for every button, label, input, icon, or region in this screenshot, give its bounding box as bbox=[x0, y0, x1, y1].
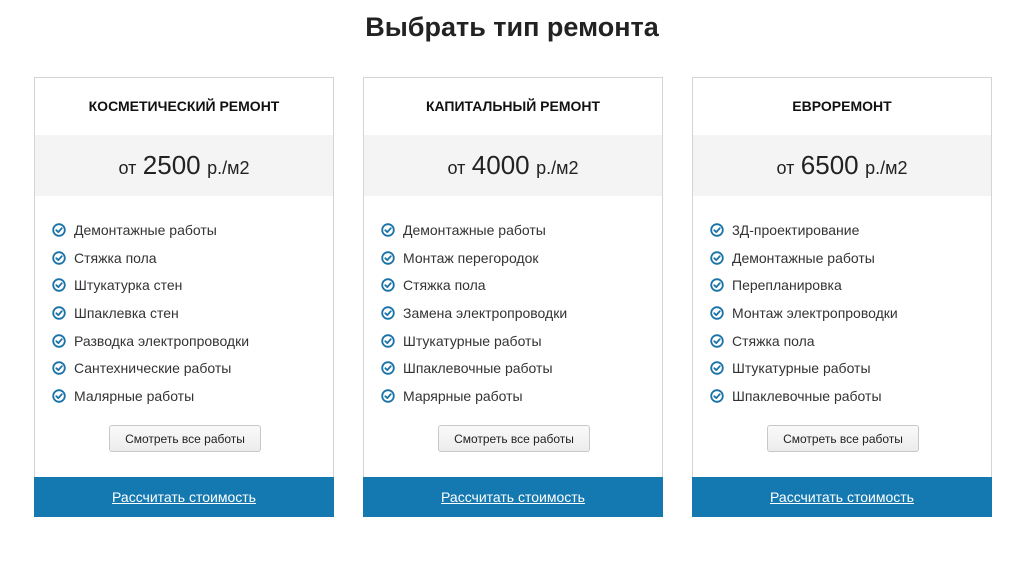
card-title: КАПИТАЛЬНЫЙ РЕМОНТ bbox=[425, 98, 601, 114]
card-title: ЕВРОРЕМОНТ bbox=[792, 98, 892, 114]
feature-item: Демонтажные работы bbox=[52, 216, 249, 244]
calc-bar: Рассчитать стоимость bbox=[363, 477, 663, 517]
feature-item: Разводка электропроводки bbox=[52, 327, 249, 355]
check-circle-icon bbox=[710, 223, 724, 237]
feature-label: Стяжка пола bbox=[403, 277, 486, 294]
price-value: 4000 bbox=[471, 150, 530, 180]
check-circle-icon bbox=[710, 361, 724, 375]
feature-label: 3Д-проектирование bbox=[732, 221, 860, 238]
feature-item: Перепланировка bbox=[710, 271, 898, 299]
feature-item: Монтаж перегородок bbox=[381, 244, 567, 272]
feature-item: Сантехнические работы bbox=[52, 354, 249, 382]
repair-card-euro: ЕВРОРЕМОНТ от 6500 р./м2 3Д-проектирован… bbox=[692, 77, 992, 517]
feature-label: Шпаклевочные работы bbox=[732, 387, 882, 404]
feature-label: Сантехнические работы bbox=[74, 360, 232, 377]
feature-item: 3Д-проектирование bbox=[710, 216, 898, 244]
feature-list: Демонтажные работы Монтаж перегородок Ст… bbox=[381, 216, 567, 410]
price-prefix: от bbox=[447, 158, 466, 178]
feature-label: Малярные работы bbox=[74, 387, 195, 404]
feature-item: Марярные работы bbox=[381, 382, 567, 410]
view-all-works-button[interactable]: Смотреть все работы bbox=[109, 425, 261, 452]
calc-bar: Рассчитать стоимость bbox=[692, 477, 992, 517]
check-circle-icon bbox=[52, 389, 66, 403]
check-circle-icon bbox=[52, 223, 66, 237]
feature-label: Штукатурные работы bbox=[403, 332, 542, 349]
feature-label: Штукатурные работы bbox=[732, 360, 871, 377]
check-circle-icon bbox=[52, 333, 66, 348]
feature-label: Разводка электропроводки bbox=[74, 332, 250, 349]
price-value: 6500 bbox=[800, 150, 859, 180]
card-title: КОСМЕТИЧЕСКИЙ РЕМОНТ bbox=[88, 98, 280, 114]
check-circle-icon bbox=[381, 333, 395, 348]
page-title: Выбрать тип ремонта bbox=[365, 12, 659, 42]
price-box: от 4000 р./м2 bbox=[364, 135, 662, 196]
check-circle-icon bbox=[381, 250, 395, 265]
price-box: от 2500 р./м2 bbox=[35, 135, 333, 196]
check-circle-icon bbox=[381, 389, 395, 403]
feature-item: Штукатурные работы bbox=[710, 354, 898, 382]
feature-item: Стяжка пола bbox=[381, 271, 567, 299]
feature-list: 3Д-проектирование Демонтажные работы Пер… bbox=[710, 216, 898, 410]
view-all-works-button[interactable]: Смотреть все работы bbox=[767, 425, 919, 452]
feature-list: Демонтажные работы Стяжка пола Штукатурк… bbox=[52, 216, 249, 410]
feature-item: Замена электропроводки bbox=[381, 299, 567, 327]
feature-label: Шпаклевка стен bbox=[74, 304, 179, 321]
feature-item: Штукатурные работы bbox=[381, 327, 567, 355]
view-all-works-button[interactable]: Смотреть все работы bbox=[438, 425, 590, 452]
feature-label: Монтаж электропроводки bbox=[732, 304, 898, 321]
check-circle-icon bbox=[381, 223, 395, 237]
check-circle-icon bbox=[381, 306, 395, 320]
price-unit: р./м2 bbox=[865, 158, 908, 178]
check-circle-icon bbox=[381, 361, 395, 375]
feature-label: Стяжка пола bbox=[732, 332, 815, 349]
feature-label: Штукатурка стен bbox=[74, 277, 183, 294]
check-circle-icon bbox=[710, 278, 724, 292]
check-circle-icon bbox=[381, 278, 395, 292]
check-circle-icon bbox=[52, 278, 66, 292]
price-prefix: от bbox=[118, 158, 137, 178]
price-box: от 6500 р./м2 bbox=[693, 135, 991, 196]
feature-item: Шпаклевочные работы bbox=[381, 354, 567, 382]
calculate-cost-link[interactable]: Рассчитать стоимость bbox=[441, 489, 585, 505]
repair-card-capital: КАПИТАЛЬНЫЙ РЕМОНТ от 4000 р./м2 Демонта… bbox=[363, 77, 663, 517]
feature-label: Замена электропроводки bbox=[403, 304, 568, 321]
feature-item: Стяжка пола bbox=[710, 327, 898, 355]
check-circle-icon bbox=[52, 250, 66, 265]
price-prefix: от bbox=[776, 158, 795, 178]
feature-label: Демонтажные работы bbox=[732, 249, 875, 266]
feature-item: Малярные работы bbox=[52, 382, 249, 410]
page: Выбрать тип ремонта КОСМЕТИЧЕСКИЙ РЕМОНТ… bbox=[0, 0, 1024, 567]
repair-card-cosmetic: КОСМЕТИЧЕСКИЙ РЕМОНТ от 2500 р./м2 Демон… bbox=[34, 77, 334, 517]
check-circle-icon bbox=[710, 389, 724, 403]
feature-label: Шпаклевочные работы bbox=[403, 360, 553, 377]
feature-label: Монтаж перегородок bbox=[403, 249, 539, 266]
feature-item: Демонтажные работы bbox=[381, 216, 567, 244]
feature-label: Марярные работы bbox=[403, 387, 523, 404]
feature-label: Демонтажные работы bbox=[403, 221, 546, 238]
feature-item: Стяжка пола bbox=[52, 244, 249, 272]
check-circle-icon bbox=[52, 361, 66, 375]
price-unit: р./м2 bbox=[536, 158, 579, 178]
feature-item: Штукатурка стен bbox=[52, 271, 249, 299]
feature-label: Перепланировка bbox=[732, 277, 842, 294]
calculate-cost-link[interactable]: Рассчитать стоимость bbox=[770, 489, 914, 505]
feature-label: Стяжка пола bbox=[74, 249, 157, 266]
check-circle-icon bbox=[710, 306, 724, 320]
feature-item: Шпаклевочные работы bbox=[710, 382, 898, 410]
feature-item: Монтаж электропроводки bbox=[710, 299, 898, 327]
feature-label: Демонтажные работы bbox=[74, 221, 217, 238]
price-unit: р./м2 bbox=[207, 158, 250, 178]
check-circle-icon bbox=[710, 250, 724, 265]
feature-item: Демонтажные работы bbox=[710, 244, 898, 272]
feature-item: Шпаклевка стен bbox=[52, 299, 249, 327]
check-circle-icon bbox=[52, 306, 66, 320]
calc-bar: Рассчитать стоимость bbox=[34, 477, 334, 517]
check-circle-icon bbox=[710, 333, 724, 348]
calculate-cost-link[interactable]: Рассчитать стоимость bbox=[112, 489, 256, 505]
price-value: 2500 bbox=[142, 150, 201, 180]
